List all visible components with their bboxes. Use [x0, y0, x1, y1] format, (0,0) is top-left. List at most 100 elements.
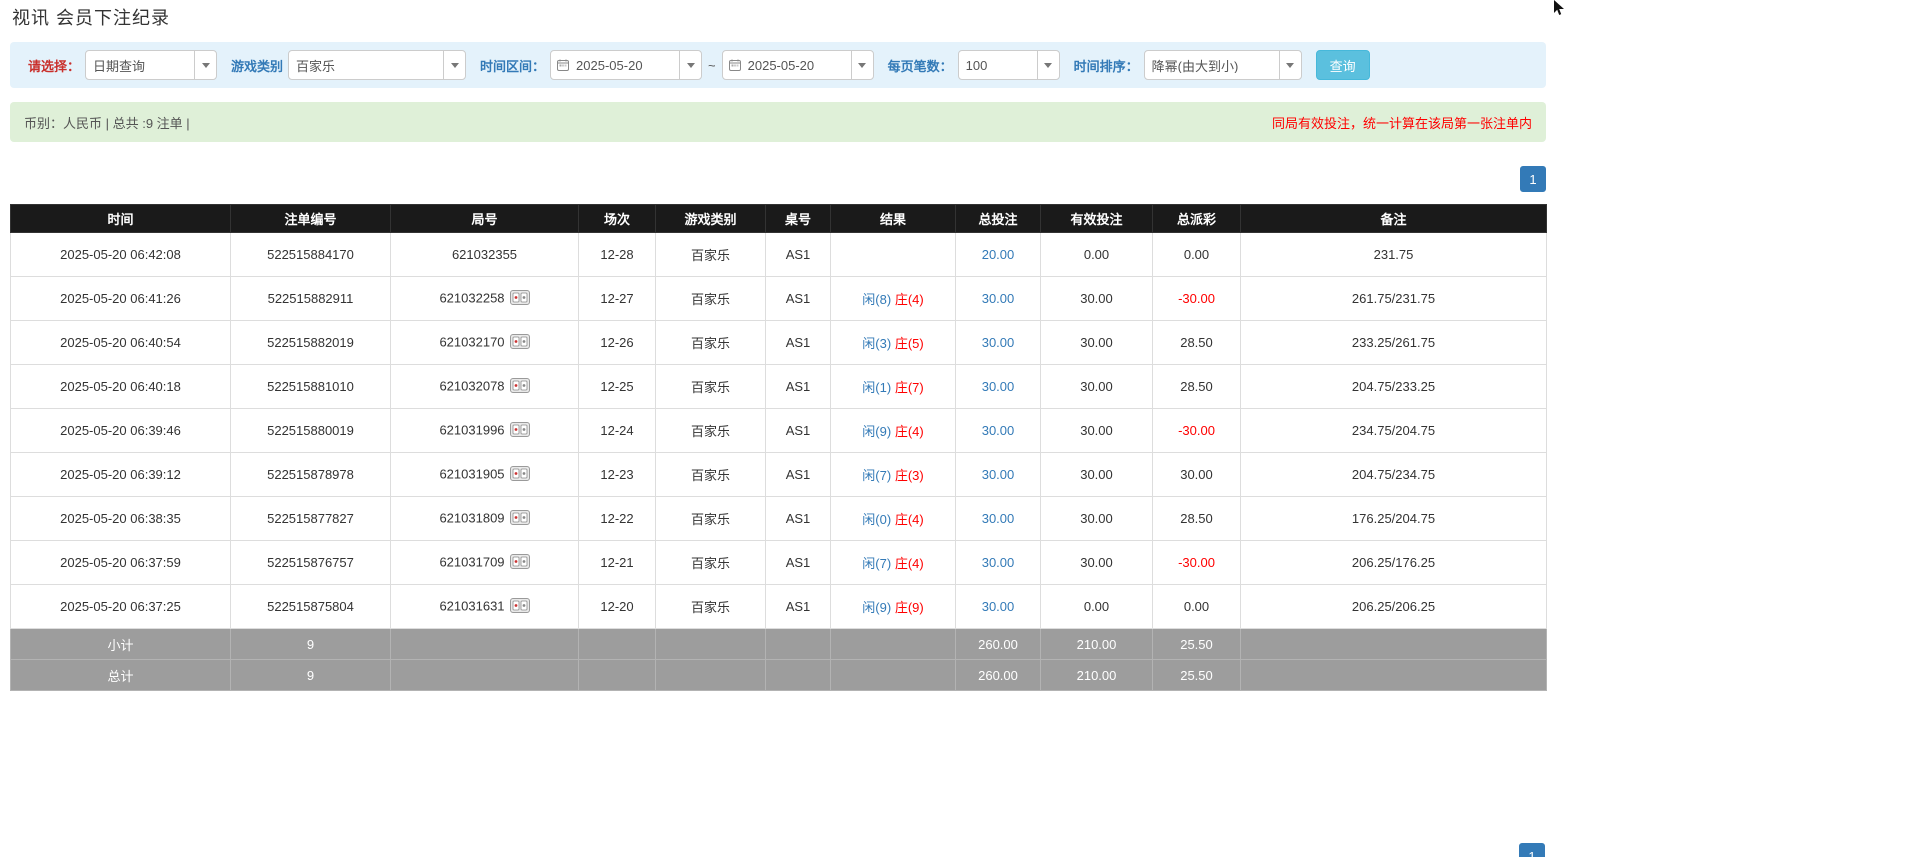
- cell-remark: 261.75/231.75: [1241, 277, 1547, 321]
- round-result-icon[interactable]: [510, 334, 530, 352]
- date-from-dropdown-button[interactable]: [679, 51, 701, 79]
- cell-round-id: 621032170: [391, 321, 579, 365]
- cell-total-bet: 30.00: [956, 585, 1041, 629]
- total-bet-link[interactable]: 20.00: [982, 247, 1015, 262]
- round-result-icon[interactable]: [510, 510, 530, 528]
- select-type-dropdown-button[interactable]: [194, 51, 216, 79]
- result-banker: 庄(9): [895, 600, 924, 615]
- col-header-valid-bet: 有效投注: [1041, 205, 1153, 233]
- page-button-1[interactable]: 1: [1520, 166, 1546, 192]
- table-row: 2025-05-20 06:37:25522515875804621031631…: [11, 585, 1547, 629]
- cell-total-bet: 30.00: [956, 277, 1041, 321]
- col-header-payout: 总派彩: [1153, 205, 1241, 233]
- round-id-text: 621031709: [439, 554, 504, 569]
- cell-table-no: AS1: [766, 409, 831, 453]
- cell-payout: 28.50: [1153, 365, 1241, 409]
- footer-payout: 25.50: [1153, 660, 1241, 691]
- cell-session: 12-28: [579, 233, 656, 277]
- result-banker: 庄(4): [895, 556, 924, 571]
- date-from-combobox: [550, 50, 702, 80]
- round-id-text: 621032258: [439, 290, 504, 305]
- table-row: 2025-05-20 06:40:18522515881010621032078…: [11, 365, 1547, 409]
- cell-valid-bet: 30.00: [1041, 453, 1153, 497]
- cell-valid-bet: 30.00: [1041, 365, 1153, 409]
- result-banker: 庄(7): [895, 380, 924, 395]
- cell-round-id: 621031809: [391, 497, 579, 541]
- sort-order-dropdown-button[interactable]: [1279, 51, 1301, 79]
- cell-time: 2025-05-20 06:41:26: [11, 277, 231, 321]
- sort-order-combobox: [1144, 50, 1302, 80]
- cell-game-type: 百家乐: [656, 585, 766, 629]
- cell-remark: 176.25/204.75: [1241, 497, 1547, 541]
- page-button-1-bottom[interactable]: 1: [1519, 843, 1545, 857]
- cell-order-id: 522515884170: [231, 233, 391, 277]
- info-bar: 币别：人民币 | 总共 :9 注单 | 同局有效投注，统一计算在该局第一张注单内: [10, 102, 1546, 142]
- per-page-input[interactable]: [959, 58, 1037, 73]
- cell-session: 12-20: [579, 585, 656, 629]
- round-result-icon[interactable]: [510, 598, 530, 616]
- total-bet-link[interactable]: 30.00: [982, 511, 1015, 526]
- pagination-top: 1: [10, 166, 1546, 192]
- footer-valid-bet: 210.00: [1041, 629, 1153, 660]
- cell-round-id: 621032078: [391, 365, 579, 409]
- cell-time: 2025-05-20 06:37:25: [11, 585, 231, 629]
- round-result-icon[interactable]: [510, 290, 530, 308]
- round-result-icon[interactable]: [510, 378, 530, 396]
- payout-value: 30.00: [1180, 467, 1213, 482]
- footer-count: 9: [231, 629, 391, 660]
- sort-order-input[interactable]: [1145, 58, 1279, 73]
- search-button[interactable]: 查询: [1316, 50, 1370, 80]
- round-result-icon[interactable]: [510, 466, 530, 484]
- cell-valid-bet: 0.00: [1041, 585, 1153, 629]
- table-row: 2025-05-20 06:42:08522515884170621032355…: [11, 233, 1547, 277]
- cell-time: 2025-05-20 06:39:12: [11, 453, 231, 497]
- cell-remark: 231.75: [1241, 233, 1547, 277]
- date-from-input[interactable]: [569, 58, 679, 73]
- select-type-label: 请选择：: [28, 56, 80, 75]
- pagination-bottom: 1: [1519, 843, 1545, 857]
- total-bet-link[interactable]: 30.00: [982, 555, 1015, 570]
- round-result-icon[interactable]: [510, 422, 530, 440]
- cell-payout: -30.00: [1153, 541, 1241, 585]
- total-bet-link[interactable]: 30.00: [982, 379, 1015, 394]
- cell-result: 闲(9) 庄(4): [831, 409, 956, 453]
- col-header-order-id: 注单编号: [231, 205, 391, 233]
- total-bet-link[interactable]: 30.00: [982, 291, 1015, 306]
- cell-remark: 206.25/176.25: [1241, 541, 1547, 585]
- cell-session: 12-27: [579, 277, 656, 321]
- result-banker: 庄(5): [895, 336, 924, 351]
- date-to-input[interactable]: [741, 58, 851, 73]
- date-to-dropdown-button[interactable]: [851, 51, 873, 79]
- per-page-dropdown-button[interactable]: [1037, 51, 1059, 79]
- round-id-text: 621031996: [439, 422, 504, 437]
- cell-valid-bet: 30.00: [1041, 497, 1153, 541]
- table-row: 2025-05-20 06:40:54522515882019621032170…: [11, 321, 1547, 365]
- cell-table-no: AS1: [766, 541, 831, 585]
- cell-session: 12-23: [579, 453, 656, 497]
- result-banker: 庄(4): [895, 512, 924, 527]
- cell-total-bet: 30.00: [956, 497, 1041, 541]
- cell-time: 2025-05-20 06:40:54: [11, 321, 231, 365]
- table-header-row: 时间 注单编号 局号 场次 游戏类别 桌号 结果 总投注 有效投注 总派彩 备注: [11, 205, 1547, 233]
- cell-time: 2025-05-20 06:39:46: [11, 409, 231, 453]
- caret-down-icon: [451, 63, 459, 68]
- game-type-input[interactable]: [289, 58, 443, 73]
- cell-remark: 204.75/233.25: [1241, 365, 1547, 409]
- table-row: 2025-05-20 06:39:46522515880019621031996…: [11, 409, 1547, 453]
- footer-empty-cell: [579, 629, 656, 660]
- cell-total-bet: 30.00: [956, 365, 1041, 409]
- cell-round-id: 621031709: [391, 541, 579, 585]
- cell-order-id: 522515881010: [231, 365, 391, 409]
- col-header-round-id: 局号: [391, 205, 579, 233]
- cell-table-no: AS1: [766, 497, 831, 541]
- game-type-dropdown-button[interactable]: [443, 51, 465, 79]
- select-type-input[interactable]: [86, 58, 194, 73]
- total-bet-link[interactable]: 30.00: [982, 599, 1015, 614]
- round-result-icon[interactable]: [510, 554, 530, 572]
- total-bet-link[interactable]: 30.00: [982, 467, 1015, 482]
- total-bet-link[interactable]: 30.00: [982, 335, 1015, 350]
- total-bet-link[interactable]: 30.00: [982, 423, 1015, 438]
- result-player: 闲(8): [862, 292, 891, 307]
- round-id-text: 621031809: [439, 510, 504, 525]
- payout-value: 28.50: [1180, 379, 1213, 394]
